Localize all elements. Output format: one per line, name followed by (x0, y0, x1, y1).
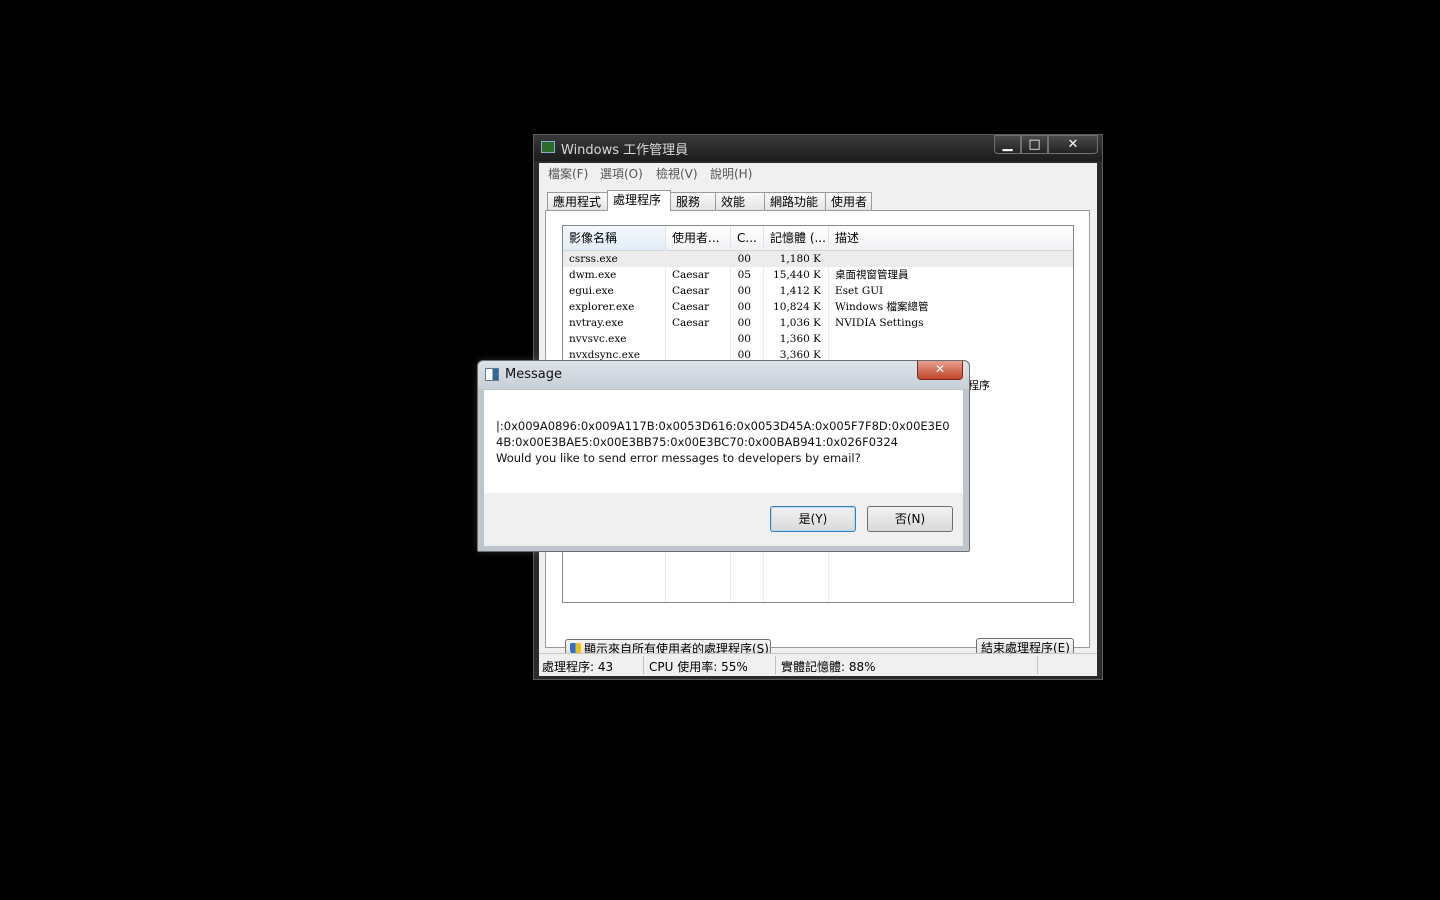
dialog-close-button[interactable]: ✕ (917, 361, 963, 380)
cell-mem: 1,412 K (779, 285, 821, 297)
message-line: Would you like to send error messages to… (496, 451, 861, 465)
cell-cpu: 00 (737, 317, 751, 329)
status-cpu-usage: CPU 使用率: 55% (649, 660, 748, 674)
no-button[interactable]: 否(N) (867, 506, 953, 532)
tab-processes[interactable]: 處理程序 (607, 190, 671, 211)
cell-user: Caesar (672, 317, 710, 329)
tab-users[interactable]: 使用者 (825, 192, 872, 210)
list-header: 影像名稱 使用者... C... 記憶體 (... 描述 (563, 226, 1073, 251)
cell-mem: 1,036 K (779, 317, 821, 329)
cell-name: csrss.exe (569, 253, 618, 265)
close-icon: ✕ (934, 362, 946, 376)
cell-user: Caesar (672, 285, 710, 297)
cell-cpu: 00 (737, 285, 751, 297)
close-icon: ✕ (1067, 137, 1079, 152)
cell-desc: NVIDIA Settings (835, 317, 924, 329)
menu-file[interactable]: 檔案(F) (548, 165, 588, 182)
occluded-description-text: 程序 (968, 379, 990, 392)
table-row[interactable]: nvtray.exe Caesar 00 1,036 K NVIDIA Settings (563, 315, 1073, 331)
maximize-button[interactable]: □ (1021, 135, 1048, 154)
column-cpu[interactable]: C... (731, 226, 764, 250)
status-bar: 處理程序: 43 CPU 使用率: 55% 實體記憶體: 88% (539, 653, 1097, 676)
cell-mem: 1,360 K (779, 333, 821, 345)
cell-cpu: 00 (737, 253, 751, 265)
cell-desc: Windows 檔案總管 (835, 301, 929, 313)
cell-cpu: 05 (737, 269, 751, 281)
cell-cpu: 00 (737, 333, 751, 345)
yes-button[interactable]: 是(Y) (770, 506, 856, 532)
status-process-count: 處理程序: 43 (542, 660, 614, 674)
column-description[interactable]: 描述 (829, 226, 1073, 250)
minimize-icon: ▁ (1002, 137, 1013, 152)
minimize-button[interactable]: ▁ (994, 135, 1021, 154)
menu-options[interactable]: 選項(O) (600, 165, 643, 182)
dialog-title: Message (505, 367, 562, 382)
cell-user: Caesar (672, 269, 710, 281)
table-row[interactable]: explorer.exe Caesar 00 10,824 K Windows 檔案總管 (563, 299, 1073, 315)
dialog-body: |:0x009A0896:0x009A117B:0x0053D616:0x005… (484, 390, 963, 493)
column-image-name[interactable]: 影像名稱 (563, 226, 666, 250)
window-title: Windows 工作管理員 (561, 143, 689, 158)
tab-services[interactable]: 服務 (670, 192, 716, 210)
table-row[interactable]: egui.exe Caesar 00 1,412 K Eset GUI (563, 283, 1073, 299)
menu-help[interactable]: 說明(H) (710, 165, 752, 182)
cell-name: nvtray.exe (569, 317, 624, 329)
cell-mem: 10,824 K (773, 301, 821, 313)
dialog-footer: 是(Y) 否(N) (484, 493, 963, 546)
cell-mem: 15,440 K (773, 269, 821, 281)
message-line: 4B:0x00E3BAE5:0x00E3BB75:0x00E3BC70:0x00… (496, 435, 899, 449)
cell-name: dwm.exe (569, 269, 617, 281)
column-memory[interactable]: 記憶體 (... (764, 226, 829, 250)
table-row[interactable]: csrss.exe 00 1,180 K (563, 251, 1073, 267)
cell-mem: 1,180 K (779, 253, 821, 265)
tab-networking[interactable]: 網路功能 (764, 192, 826, 210)
status-separator (643, 656, 644, 674)
cell-name: egui.exe (569, 285, 614, 297)
table-row[interactable]: dwm.exe Caesar 05 15,440 K 桌面視窗管理員 (563, 267, 1073, 283)
cell-name: explorer.exe (569, 301, 635, 313)
message-line: |:0x009A0896:0x009A117B:0x0053D616:0x005… (496, 419, 950, 433)
menu-view[interactable]: 檢視(V) (656, 165, 698, 182)
menu-bar: 檔案(F) 選項(O) 檢視(V) 說明(H) (539, 163, 1097, 183)
status-separator (775, 656, 776, 674)
tab-performance[interactable]: 效能 (715, 192, 765, 210)
dialog-app-icon (485, 368, 499, 381)
status-separator (1037, 656, 1038, 674)
dialog-title-bar[interactable]: Message ✕ (478, 361, 969, 389)
cell-desc: 桌面視窗管理員 (835, 269, 909, 281)
table-row[interactable]: nvvsvc.exe 00 1,360 K (563, 331, 1073, 347)
status-memory-usage: 實體記憶體: 88% (781, 660, 876, 674)
close-button[interactable]: ✕ (1048, 135, 1098, 154)
cell-desc: Eset GUI (835, 285, 884, 297)
cell-cpu: 00 (737, 301, 751, 313)
cell-name: nvvsvc.exe (569, 333, 627, 345)
cell-user: Caesar (672, 301, 710, 313)
maximize-icon: □ (1028, 137, 1041, 152)
task-manager-icon (541, 141, 555, 153)
column-user[interactable]: 使用者... (666, 226, 731, 250)
message-dialog: Message ✕ |:0x009A0896:0x009A117B:0x0053… (477, 360, 970, 552)
dialog-message: |:0x009A0896:0x009A117B:0x0053D616:0x005… (496, 418, 956, 466)
tab-applications[interactable]: 應用程式 (547, 192, 608, 210)
title-bar[interactable]: Windows 工作管理員 ▁ □ ✕ (534, 135, 1102, 161)
